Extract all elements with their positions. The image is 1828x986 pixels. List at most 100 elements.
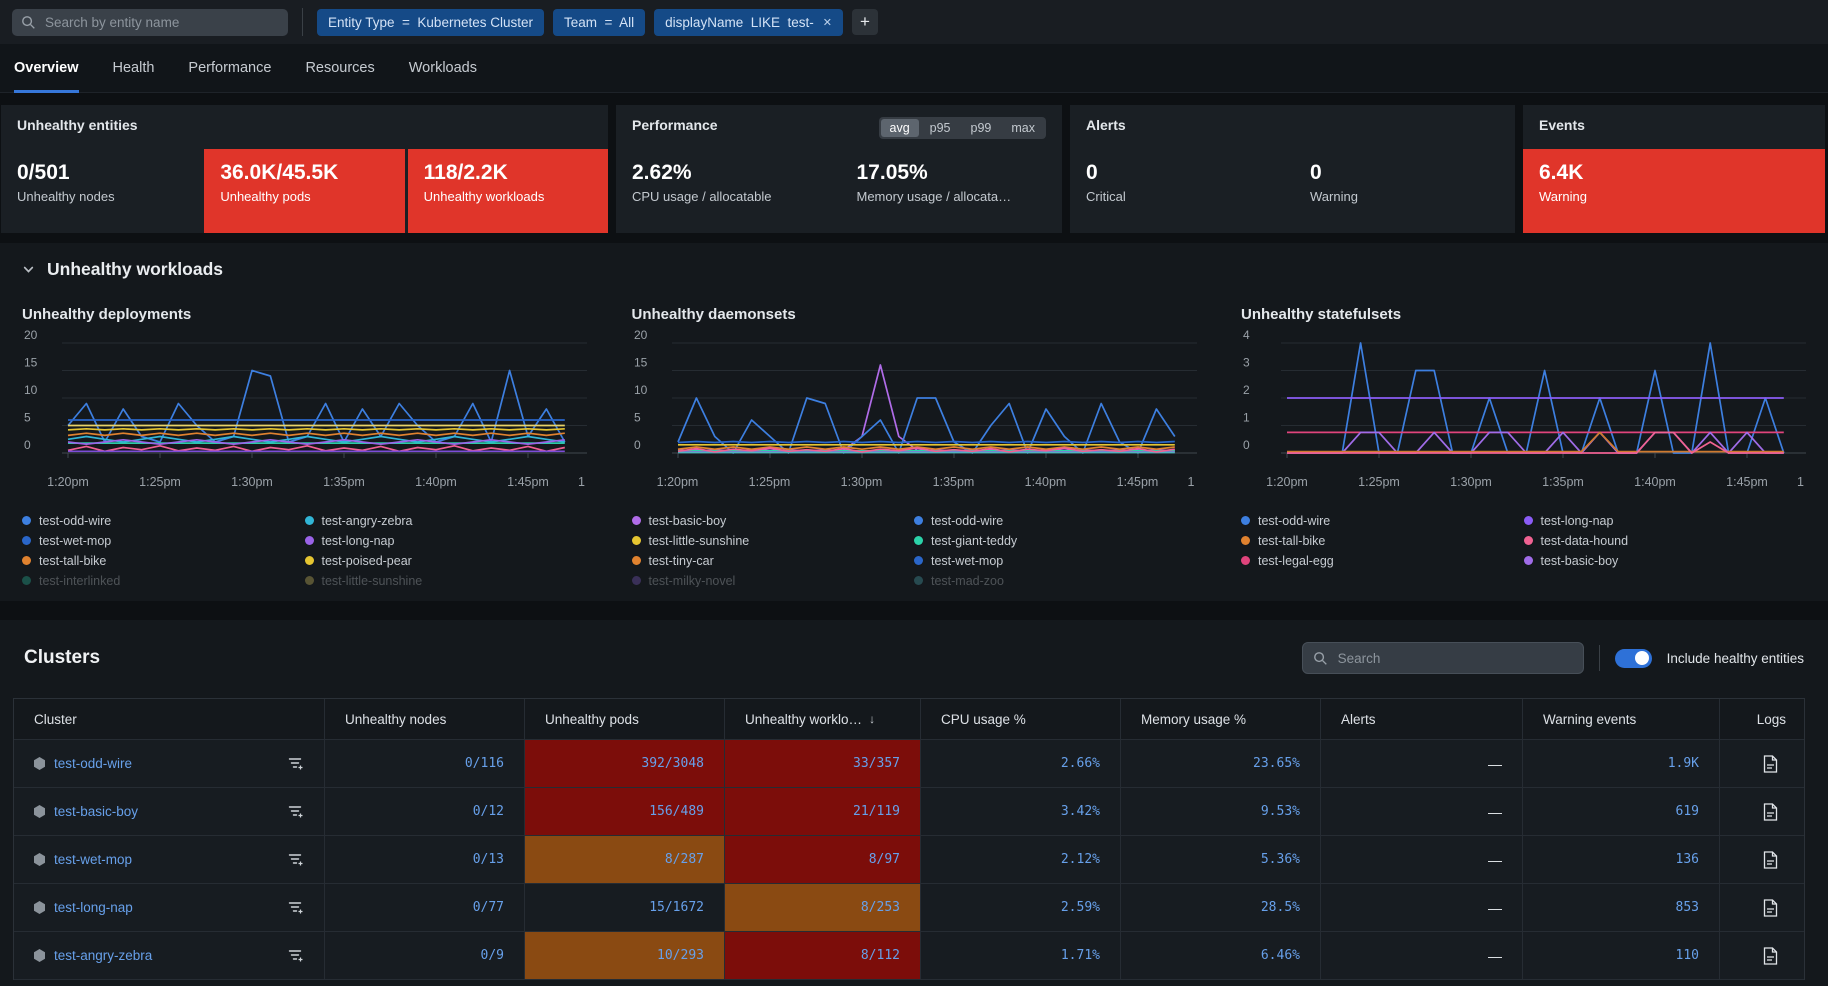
filter-pill-entity-type[interactable]: Entity Type = Kubernetes Cluster bbox=[317, 9, 544, 36]
table-search-input[interactable] bbox=[1336, 650, 1573, 667]
legend-item[interactable]: test-angry-zebra bbox=[305, 514, 588, 527]
unhealthy-workloads-cell[interactable]: 8/112 bbox=[724, 932, 920, 979]
unhealthy-nodes-cell[interactable]: 0/77 bbox=[324, 884, 524, 931]
table-search[interactable] bbox=[1302, 642, 1584, 674]
legend-item[interactable]: test-odd-wire bbox=[1241, 514, 1524, 527]
column-header-warning-events[interactable]: Warning events bbox=[1522, 699, 1719, 739]
remove-filter-icon[interactable]: ✕ bbox=[823, 16, 832, 29]
unhealthy-nodes-cell[interactable]: 0/116 bbox=[324, 740, 524, 787]
column-header-memory-usage[interactable]: Memory usage % bbox=[1120, 699, 1320, 739]
cpu-usage-cell[interactable]: 3.42% bbox=[920, 788, 1120, 835]
cpu-usage-cell[interactable]: 2.59% bbox=[920, 884, 1120, 931]
unhealthy-nodes-cell[interactable]: 0/12 bbox=[324, 788, 524, 835]
stat-critical[interactable]: 0Critical bbox=[1070, 149, 1291, 233]
legend-item[interactable]: test-long-nap bbox=[1524, 514, 1807, 527]
unhealthy-pods-cell[interactable]: 15/1672 bbox=[524, 884, 724, 931]
stat-cpu-usage-allocatable[interactable]: 2.62%CPU usage / allocatable bbox=[616, 149, 838, 233]
memory-usage-cell[interactable]: 28.5% bbox=[1120, 884, 1320, 931]
memory-usage-cell[interactable]: 9.53% bbox=[1120, 788, 1320, 835]
tab-health[interactable]: Health bbox=[113, 44, 155, 93]
stat-memory-usage-allocata[interactable]: 17.05%Memory usage / allocata… bbox=[841, 149, 1063, 233]
column-header-cluster[interactable]: Cluster bbox=[14, 699, 324, 739]
agg-option-p95[interactable]: p95 bbox=[921, 119, 960, 137]
legend-item[interactable]: test-long-nap bbox=[305, 534, 588, 547]
column-header-unhealthy-pods[interactable]: Unhealthy pods bbox=[524, 699, 724, 739]
legend-item[interactable]: test-little-sunshine bbox=[305, 574, 588, 587]
tab-workloads[interactable]: Workloads bbox=[409, 44, 477, 93]
table-row[interactable]: test-odd-wire 0/116392/304833/3572.66%23.… bbox=[14, 740, 1804, 788]
memory-usage-cell[interactable]: 23.65% bbox=[1120, 740, 1320, 787]
table-row[interactable]: test-long-nap0/7715/16728/2532.59%28.5%—… bbox=[14, 884, 1804, 932]
legend-item[interactable]: test-tall-bike bbox=[1241, 534, 1524, 547]
column-header-logs[interactable]: Logs bbox=[1719, 699, 1806, 739]
table-row[interactable]: test-wet-mop0/138/2878/972.12%5.36%—136 bbox=[14, 836, 1804, 884]
cluster-link[interactable]: test-wet-mop bbox=[54, 852, 132, 867]
warning-events-cell[interactable]: 136 bbox=[1522, 836, 1719, 883]
warning-events-cell[interactable]: 110 bbox=[1522, 932, 1719, 979]
stat-unhealthy-pods[interactable]: 36.0K/45.5KUnhealthy pods bbox=[204, 149, 404, 233]
memory-usage-cell[interactable]: 6.46% bbox=[1120, 932, 1320, 979]
column-header-alerts[interactable]: Alerts bbox=[1320, 699, 1522, 739]
legend-item[interactable]: test-poised-pear bbox=[305, 554, 588, 567]
legend-item[interactable]: test-tall-bike bbox=[22, 554, 305, 567]
add-to-filter-icon[interactable] bbox=[287, 900, 304, 915]
add-to-filter-icon[interactable] bbox=[287, 852, 304, 867]
collapse-section-icon[interactable] bbox=[22, 263, 35, 276]
legend-item[interactable]: test-milky-novel bbox=[632, 574, 915, 587]
legend-item[interactable]: test-basic-boy bbox=[632, 514, 915, 527]
legend-item[interactable]: test-tiny-car bbox=[632, 554, 915, 567]
legend-item[interactable]: test-wet-mop bbox=[914, 554, 1197, 567]
cluster-link[interactable]: test-long-nap bbox=[54, 900, 133, 915]
logs-icon[interactable] bbox=[1763, 899, 1778, 917]
table-row[interactable]: test-angry-zebra 0/910/2938/1121.71%6.46%… bbox=[14, 932, 1804, 980]
memory-usage-cell[interactable]: 5.36% bbox=[1120, 836, 1320, 883]
column-header-unhealthy-worklo[interactable]: Unhealthy worklo…↓ bbox=[724, 699, 920, 739]
warning-events-cell[interactable]: 619 bbox=[1522, 788, 1719, 835]
unhealthy-nodes-cell[interactable]: 0/9 bbox=[324, 932, 524, 979]
cpu-usage-cell[interactable]: 2.12% bbox=[920, 836, 1120, 883]
tab-resources[interactable]: Resources bbox=[305, 44, 374, 93]
column-header-cpu-usage[interactable]: CPU usage % bbox=[920, 699, 1120, 739]
unhealthy-pods-cell[interactable]: 156/489 bbox=[524, 788, 724, 835]
logs-icon[interactable] bbox=[1763, 755, 1778, 773]
cpu-usage-cell[interactable]: 2.66% bbox=[920, 740, 1120, 787]
include-healthy-toggle[interactable] bbox=[1615, 649, 1652, 668]
add-filter-button[interactable]: + bbox=[852, 9, 878, 35]
cpu-usage-cell[interactable]: 1.71% bbox=[920, 932, 1120, 979]
stat-warning[interactable]: 6.4KWarning bbox=[1523, 149, 1825, 233]
unhealthy-workloads-cell[interactable]: 8/253 bbox=[724, 884, 920, 931]
logs-icon[interactable] bbox=[1763, 803, 1778, 821]
entity-search-input[interactable] bbox=[43, 14, 279, 31]
legend-item[interactable]: test-odd-wire bbox=[22, 514, 305, 527]
legend-item[interactable]: test-basic-boy bbox=[1524, 554, 1807, 567]
entity-search[interactable] bbox=[12, 9, 288, 36]
cluster-link[interactable]: test-angry-zebra bbox=[54, 948, 152, 963]
unhealthy-nodes-cell[interactable]: 0/13 bbox=[324, 836, 524, 883]
stat-unhealthy-workloads[interactable]: 118/2.2KUnhealthy workloads bbox=[408, 149, 608, 233]
unhealthy-pods-cell[interactable]: 392/3048 bbox=[524, 740, 724, 787]
unhealthy-pods-cell[interactable]: 8/287 bbox=[524, 836, 724, 883]
warning-events-cell[interactable]: 853 bbox=[1522, 884, 1719, 931]
legend-item[interactable]: test-legal-egg bbox=[1241, 554, 1524, 567]
unhealthy-workloads-cell[interactable]: 21/119 bbox=[724, 788, 920, 835]
cluster-link[interactable]: test-basic-boy bbox=[54, 804, 138, 819]
unhealthy-workloads-cell[interactable]: 33/357 bbox=[724, 740, 920, 787]
filter-pill-displayname[interactable]: displayName LIKE test-✕ bbox=[654, 9, 843, 36]
legend-item[interactable]: test-mad-zoo bbox=[914, 574, 1197, 587]
logs-icon[interactable] bbox=[1763, 947, 1778, 965]
add-to-filter-icon[interactable] bbox=[287, 948, 304, 963]
unhealthy-workloads-cell[interactable]: 8/97 bbox=[724, 836, 920, 883]
logs-icon[interactable] bbox=[1763, 851, 1778, 869]
warning-events-cell[interactable]: 1.9K bbox=[1522, 740, 1719, 787]
legend-item[interactable]: test-interlinked bbox=[22, 574, 305, 587]
add-to-filter-icon[interactable] bbox=[287, 756, 304, 771]
tab-performance[interactable]: Performance bbox=[188, 44, 271, 93]
add-to-filter-icon[interactable] bbox=[287, 804, 304, 819]
cluster-link[interactable]: test-odd-wire bbox=[54, 756, 132, 771]
table-row[interactable]: test-basic-boy 0/12156/48921/1193.42%9.53… bbox=[14, 788, 1804, 836]
legend-item[interactable]: test-wet-mop bbox=[22, 534, 305, 547]
legend-item[interactable]: test-giant-teddy bbox=[914, 534, 1197, 547]
stat-unhealthy-nodes[interactable]: 0/501Unhealthy nodes bbox=[1, 149, 201, 233]
unhealthy-pods-cell[interactable]: 10/293 bbox=[524, 932, 724, 979]
legend-item[interactable]: test-odd-wire bbox=[914, 514, 1197, 527]
